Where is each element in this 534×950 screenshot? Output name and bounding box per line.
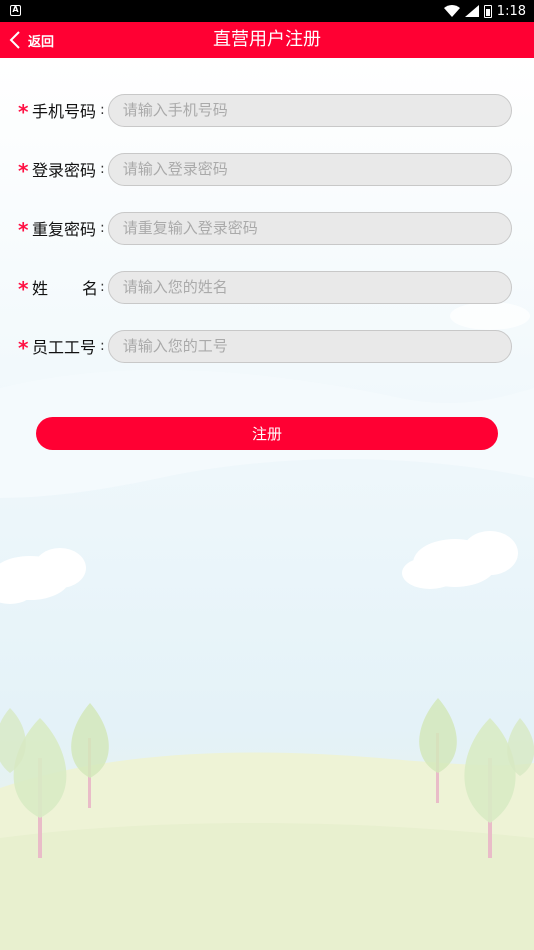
name-label-char-2: 名	[81, 279, 98, 298]
nav-bar: 直营用户注册 返回	[0, 22, 534, 58]
background-illustration	[0, 58, 534, 950]
status-bar: A 1:18	[0, 0, 534, 22]
status-time: 1:18	[496, 3, 526, 19]
battery-icon	[483, 4, 492, 18]
status-icons: 1:18	[443, 2, 526, 20]
password-row: * 登录密码 :	[18, 152, 512, 186]
name-label: 姓 名	[32, 275, 98, 299]
required-mark: *	[18, 336, 29, 360]
page-title: 直营用户注册	[213, 29, 321, 50]
password-input[interactable]	[107, 152, 512, 186]
colon: :	[100, 279, 105, 295]
colon: :	[100, 102, 105, 118]
colon: :	[100, 220, 105, 236]
employee-id-input[interactable]	[107, 329, 512, 363]
required-mark: *	[18, 218, 29, 242]
confirm-password-input[interactable]	[107, 211, 512, 245]
phone-row: * 手机号码 :	[18, 93, 512, 127]
confirm-password-row: * 重复密码 :	[18, 211, 512, 245]
colon: :	[100, 161, 105, 177]
wifi-icon	[443, 5, 460, 17]
name-row: * 姓 名 :	[18, 270, 512, 304]
phone-input[interactable]	[107, 93, 512, 127]
required-mark: *	[18, 100, 29, 124]
signal-icon	[464, 5, 479, 17]
password-label: 登录密码	[32, 161, 97, 180]
phone-label: 手机号码	[32, 102, 97, 121]
required-mark: *	[18, 277, 29, 301]
employee-id-label: 员工工号	[32, 338, 97, 357]
name-input[interactable]	[107, 270, 512, 304]
confirm-password-label: 重复密码	[32, 220, 97, 239]
chevron-left-icon	[9, 31, 20, 49]
register-button[interactable]: 注册	[36, 417, 498, 450]
back-button[interactable]: 返回	[8, 22, 54, 58]
employee-id-row: * 员工工号 :	[18, 329, 512, 363]
required-mark: *	[18, 159, 29, 183]
notification-a-icon: A	[10, 5, 21, 16]
colon: :	[100, 338, 105, 354]
name-label-char-1: 姓	[32, 279, 49, 298]
back-label: 返回	[28, 34, 55, 50]
